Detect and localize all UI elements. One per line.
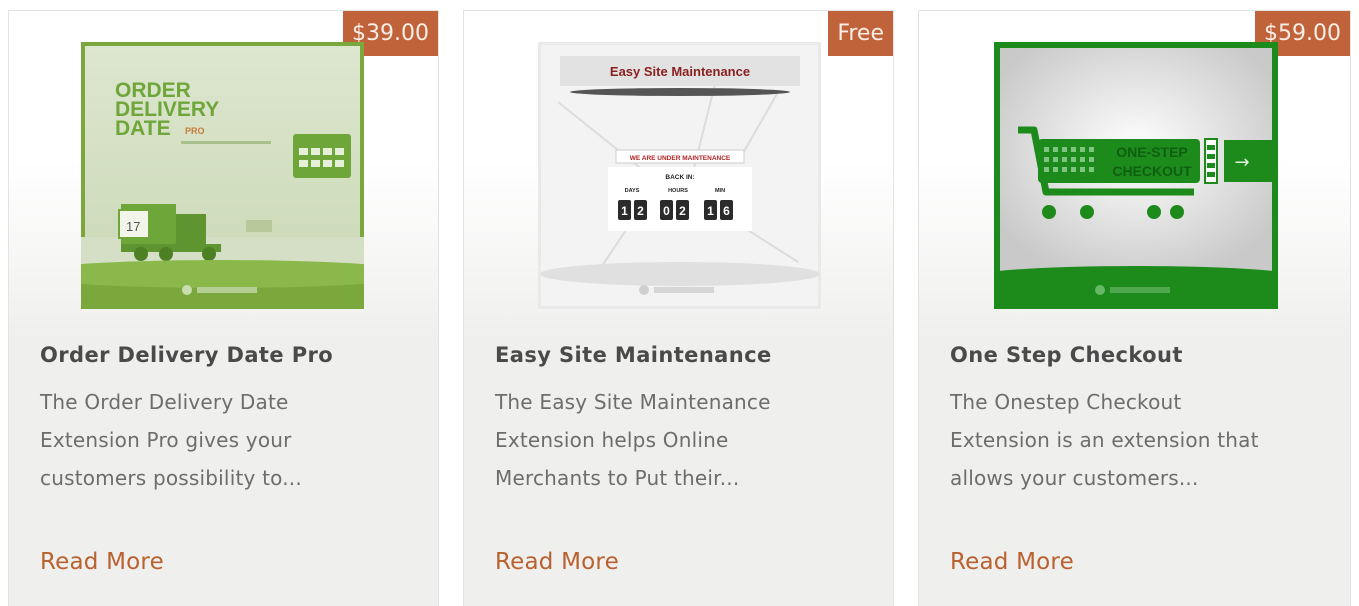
description-line: Extension Pro gives your xyxy=(40,428,292,452)
description-line: customers possibility to... xyxy=(40,466,302,490)
read-more-link[interactable]: Read More xyxy=(495,549,619,575)
arrow-right-icon: → xyxy=(1234,152,1249,173)
description-line: Extension is an extension that xyxy=(950,428,1259,452)
read-more-link[interactable]: Read More xyxy=(950,549,1074,575)
svg-text:1: 1 xyxy=(707,204,714,218)
svg-text:2: 2 xyxy=(637,204,644,218)
svg-text:0: 0 xyxy=(663,204,670,218)
svg-text:6: 6 xyxy=(723,204,730,218)
description-line: The Order Delivery Date xyxy=(40,390,289,414)
svg-text:ONE-STEP: ONE-STEP xyxy=(1116,144,1188,160)
svg-text:CHECKOUT: CHECKOUT xyxy=(1112,163,1192,179)
svg-text:HOURS: HOURS xyxy=(668,188,688,194)
product-description: The Order Delivery Date Extension Pro gi… xyxy=(40,383,430,497)
read-more-link[interactable]: Read More xyxy=(40,549,164,575)
product-image-one-step-checkout[interactable]: ONE-STEP CHECKOUT → xyxy=(994,42,1278,309)
svg-text:DAYS: DAYS xyxy=(625,188,640,194)
description-line: allows your customers... xyxy=(950,466,1199,490)
price-badge: Free xyxy=(828,11,893,56)
svg-text:Easy Site Maintenance: Easy Site Maintenance xyxy=(610,64,750,79)
description-line: The Onestep Checkout xyxy=(950,390,1182,414)
product-title[interactable]: One Step Checkout xyxy=(950,343,1183,367)
product-image-easy-site-maintenance[interactable]: Easy Site Maintenance WE ARE UNDER MAINT… xyxy=(538,42,821,309)
product-description: The Onestep Checkout Extension is an ext… xyxy=(950,383,1340,497)
svg-text:17: 17 xyxy=(126,219,140,234)
product-card-one-step-checkout: $59.00 ONE-STEP CHECKOUT → One Step Chec… xyxy=(918,10,1351,606)
svg-text:1: 1 xyxy=(621,204,628,218)
svg-text:DATE: DATE xyxy=(115,117,171,140)
svg-text:2: 2 xyxy=(679,204,686,218)
svg-text:PRO: PRO xyxy=(185,126,205,136)
description-line: Extension helps Online xyxy=(495,428,729,452)
product-image-order-delivery-date[interactable]: ORDER DELIVERY DATE PRO 17 xyxy=(81,42,364,309)
product-title[interactable]: Easy Site Maintenance xyxy=(495,343,772,367)
product-title[interactable]: Order Delivery Date Pro xyxy=(40,343,333,367)
description-line: Merchants to Put their... xyxy=(495,466,740,490)
product-card-order-delivery-date: $39.00 ORDER DELIVERY DATE PRO 17 Order … xyxy=(8,10,439,606)
calendar-icon xyxy=(293,134,351,178)
product-card-easy-site-maintenance: Free Easy Site Maintenance WE ARE UNDER … xyxy=(463,10,894,606)
svg-text:MIN: MIN xyxy=(715,188,725,194)
product-description: The Easy Site Maintenance Extension help… xyxy=(495,383,885,497)
product-grid: $39.00 ORDER DELIVERY DATE PRO 17 Order … xyxy=(0,0,1359,606)
description-line: The Easy Site Maintenance xyxy=(495,390,771,414)
svg-text:BACK IN:: BACK IN: xyxy=(665,174,694,181)
svg-text:WE ARE UNDER MAINTENANCE: WE ARE UNDER MAINTENANCE xyxy=(630,155,731,162)
